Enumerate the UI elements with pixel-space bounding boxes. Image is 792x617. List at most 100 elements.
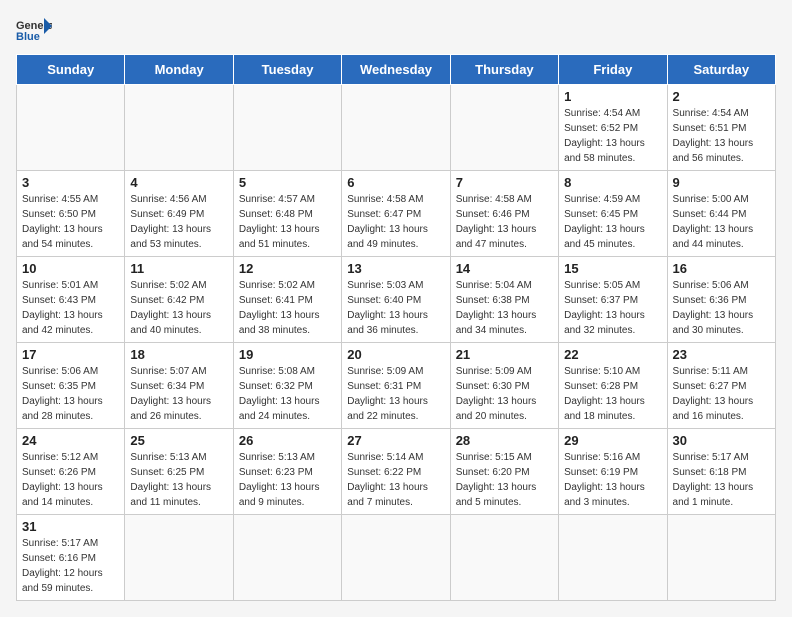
logo: General Blue (16, 16, 52, 44)
day-header-friday: Friday (559, 55, 667, 85)
day-info: Sunrise: 5:05 AM Sunset: 6:37 PM Dayligh… (564, 278, 661, 338)
day-number: 5 (239, 175, 336, 190)
calendar-cell: 31Sunrise: 5:17 AM Sunset: 6:16 PM Dayli… (17, 515, 125, 601)
calendar-cell: 3 Sunrise: 4:55 AM Sunset: 6:50 PM Daylig… (17, 171, 125, 257)
day-header-sunday: Sunday (17, 55, 125, 85)
calendar-cell (125, 515, 233, 601)
day-number: 1 (564, 89, 661, 104)
day-info: Sunrise: 5:02 AM Sunset: 6:42 PM Dayligh… (130, 278, 227, 338)
calendar-cell: 21Sunrise: 5:09 AM Sunset: 6:30 PM Dayli… (450, 343, 558, 429)
page-header: General Blue (16, 16, 776, 44)
calendar-cell: 26Sunrise: 5:13 AM Sunset: 6:23 PM Dayli… (233, 429, 341, 515)
calendar-cell: 27Sunrise: 5:14 AM Sunset: 6:22 PM Dayli… (342, 429, 450, 515)
day-number: 19 (239, 347, 336, 362)
calendar-cell (667, 515, 775, 601)
calendar-cell: 1 Sunrise: 4:54 AM Sunset: 6:52 PM Daylig… (559, 85, 667, 171)
calendar-cell (125, 85, 233, 171)
day-number: 18 (130, 347, 227, 362)
day-number: 15 (564, 261, 661, 276)
day-number: 31 (22, 519, 119, 534)
calendar-cell: 13 Sunrise: 5:03 AM Sunset: 6:40 PM Dayli… (342, 257, 450, 343)
calendar-cell: 24 Sunrise: 5:12 AM Sunset: 6:26 PM Dayli… (17, 429, 125, 515)
calendar-week-row: 1 Sunrise: 4:54 AM Sunset: 6:52 PM Daylig… (17, 85, 776, 171)
day-number: 11 (130, 261, 227, 276)
day-number: 22 (564, 347, 661, 362)
day-info: Sunrise: 5:11 AM Sunset: 6:27 PM Dayligh… (673, 364, 770, 424)
svg-text:Blue: Blue (16, 31, 40, 43)
calendar-cell (233, 515, 341, 601)
day-number: 6 (347, 175, 444, 190)
calendar-cell (450, 85, 558, 171)
calendar-cell: 18Sunrise: 5:07 AM Sunset: 6:34 PM Dayli… (125, 343, 233, 429)
calendar-cell (17, 85, 125, 171)
day-info: Sunrise: 5:08 AM Sunset: 6:32 PM Dayligh… (239, 364, 336, 424)
calendar-cell (342, 515, 450, 601)
calendar-cell: 9Sunrise: 5:00 AM Sunset: 6:44 PM Daylig… (667, 171, 775, 257)
day-number: 17 (22, 347, 119, 362)
day-info: Sunrise: 5:06 AM Sunset: 6:35 PM Dayligh… (22, 364, 119, 424)
day-number: 8 (564, 175, 661, 190)
day-number: 3 (22, 175, 119, 190)
calendar-cell: 7Sunrise: 4:58 AM Sunset: 6:46 PM Daylig… (450, 171, 558, 257)
day-number: 30 (673, 433, 770, 448)
day-number: 10 (22, 261, 119, 276)
day-header-saturday: Saturday (667, 55, 775, 85)
calendar-cell: 10 Sunrise: 5:01 AM Sunset: 6:43 PM Dayli… (17, 257, 125, 343)
calendar-cell: 20Sunrise: 5:09 AM Sunset: 6:31 PM Dayli… (342, 343, 450, 429)
day-header-tuesday: Tuesday (233, 55, 341, 85)
calendar-header-row: SundayMondayTuesdayWednesdayThursdayFrid… (17, 55, 776, 85)
day-number: 20 (347, 347, 444, 362)
day-info: Sunrise: 5:00 AM Sunset: 6:44 PM Dayligh… (673, 192, 770, 252)
day-info: Sunrise: 5:06 AM Sunset: 6:36 PM Dayligh… (673, 278, 770, 338)
calendar-week-row: 24 Sunrise: 5:12 AM Sunset: 6:26 PM Dayli… (17, 429, 776, 515)
day-info: Sunrise: 4:56 AM Sunset: 6:49 PM Dayligh… (130, 192, 227, 252)
day-info: Sunrise: 4:58 AM Sunset: 6:46 PM Dayligh… (456, 192, 553, 252)
day-info: Sunrise: 5:04 AM Sunset: 6:38 PM Dayligh… (456, 278, 553, 338)
calendar-cell: 22 Sunrise: 5:10 AM Sunset: 6:28 PM Dayli… (559, 343, 667, 429)
calendar-week-row: 31Sunrise: 5:17 AM Sunset: 6:16 PM Dayli… (17, 515, 776, 601)
calendar-cell: 16 Sunrise: 5:06 AM Sunset: 6:36 PM Dayli… (667, 257, 775, 343)
day-number: 13 (347, 261, 444, 276)
day-number: 16 (673, 261, 770, 276)
calendar-cell: 6 Sunrise: 4:58 AM Sunset: 6:47 PM Daylig… (342, 171, 450, 257)
calendar-week-row: 3 Sunrise: 4:55 AM Sunset: 6:50 PM Daylig… (17, 171, 776, 257)
calendar-cell: 28 Sunrise: 5:15 AM Sunset: 6:20 PM Dayli… (450, 429, 558, 515)
calendar-cell: 30 Sunrise: 5:17 AM Sunset: 6:18 PM Dayli… (667, 429, 775, 515)
day-info: Sunrise: 5:10 AM Sunset: 6:28 PM Dayligh… (564, 364, 661, 424)
day-number: 12 (239, 261, 336, 276)
day-info: Sunrise: 4:54 AM Sunset: 6:52 PM Dayligh… (564, 106, 661, 166)
day-number: 14 (456, 261, 553, 276)
calendar-cell: 17 Sunrise: 5:06 AM Sunset: 6:35 PM Dayli… (17, 343, 125, 429)
day-number: 24 (22, 433, 119, 448)
calendar-cell (450, 515, 558, 601)
day-info: Sunrise: 4:57 AM Sunset: 6:48 PM Dayligh… (239, 192, 336, 252)
day-header-thursday: Thursday (450, 55, 558, 85)
calendar-table: SundayMondayTuesdayWednesdayThursdayFrid… (16, 54, 776, 601)
day-header-monday: Monday (125, 55, 233, 85)
day-info: Sunrise: 5:02 AM Sunset: 6:41 PM Dayligh… (239, 278, 336, 338)
calendar-cell: 8Sunrise: 4:59 AM Sunset: 6:45 PM Daylig… (559, 171, 667, 257)
calendar-cell: 23Sunrise: 5:11 AM Sunset: 6:27 PM Dayli… (667, 343, 775, 429)
calendar-cell (342, 85, 450, 171)
calendar-cell: 5 Sunrise: 4:57 AM Sunset: 6:48 PM Daylig… (233, 171, 341, 257)
day-info: Sunrise: 5:12 AM Sunset: 6:26 PM Dayligh… (22, 450, 119, 510)
day-number: 28 (456, 433, 553, 448)
calendar-cell: 14 Sunrise: 5:04 AM Sunset: 6:38 PM Dayli… (450, 257, 558, 343)
calendar-cell (233, 85, 341, 171)
day-info: Sunrise: 5:17 AM Sunset: 6:18 PM Dayligh… (673, 450, 770, 510)
calendar-week-row: 10 Sunrise: 5:01 AM Sunset: 6:43 PM Dayli… (17, 257, 776, 343)
day-info: Sunrise: 5:03 AM Sunset: 6:40 PM Dayligh… (347, 278, 444, 338)
calendar-cell: 2Sunrise: 4:54 AM Sunset: 6:51 PM Daylig… (667, 85, 775, 171)
day-info: Sunrise: 5:15 AM Sunset: 6:20 PM Dayligh… (456, 450, 553, 510)
calendar-cell: 11 Sunrise: 5:02 AM Sunset: 6:42 PM Dayli… (125, 257, 233, 343)
day-info: Sunrise: 5:13 AM Sunset: 6:25 PM Dayligh… (130, 450, 227, 510)
day-info: Sunrise: 4:55 AM Sunset: 6:50 PM Dayligh… (22, 192, 119, 252)
calendar-cell: 29Sunrise: 5:16 AM Sunset: 6:19 PM Dayli… (559, 429, 667, 515)
day-info: Sunrise: 4:58 AM Sunset: 6:47 PM Dayligh… (347, 192, 444, 252)
day-number: 2 (673, 89, 770, 104)
calendar-cell: 25 Sunrise: 5:13 AM Sunset: 6:25 PM Dayli… (125, 429, 233, 515)
calendar-cell: 19 Sunrise: 5:08 AM Sunset: 6:32 PM Dayli… (233, 343, 341, 429)
day-number: 25 (130, 433, 227, 448)
day-number: 27 (347, 433, 444, 448)
day-info: Sunrise: 5:01 AM Sunset: 6:43 PM Dayligh… (22, 278, 119, 338)
